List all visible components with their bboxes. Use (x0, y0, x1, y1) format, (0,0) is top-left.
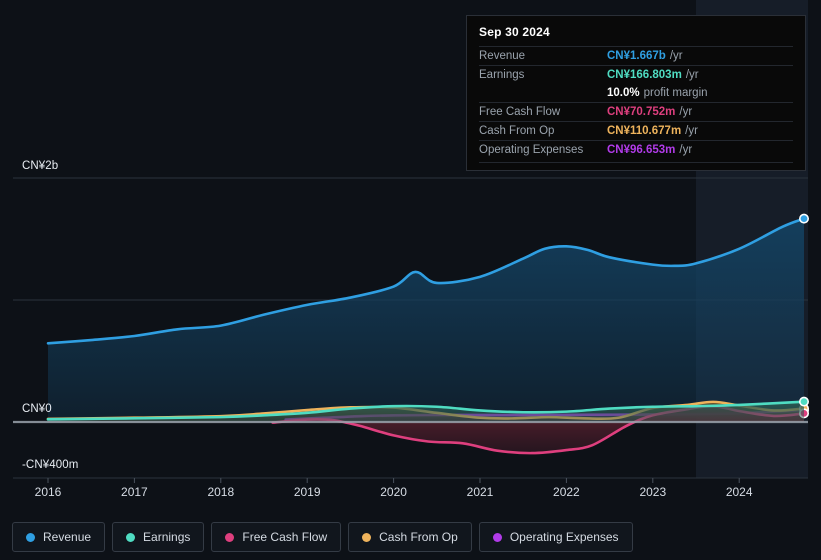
y-axis-label-zero: CN¥0 (22, 403, 52, 415)
tooltip-row-value-group: CN¥110.677m/yr (607, 125, 698, 137)
legend-color-dot-icon (26, 532, 35, 542)
tooltip-row-label: Cash From Op (479, 125, 555, 137)
tooltip-rows: Revenue CN¥1.667b/yr Earnings CN¥166.803m/y… (479, 46, 793, 163)
tooltip-row: Free Cash Flow CN¥70.752m/yr (479, 102, 793, 121)
series-area-0 (48, 218, 804, 422)
legend-item-free-cash-flow[interactable]: Free Cash Flow (211, 522, 342, 552)
tooltip-row: Earnings CN¥166.803m/yr (479, 65, 793, 84)
tooltip-row-suffix: /yr (679, 144, 693, 156)
tooltip-row-label: Revenue (479, 50, 526, 62)
x-axis-label-2022: 2022 (553, 485, 580, 499)
x-axis-label-2023: 2023 (639, 485, 667, 499)
tooltip-row-value: CN¥166.803m (607, 69, 682, 81)
legend-item-cash-from-op[interactable]: Cash From Op (348, 522, 472, 552)
x-axis-label-2020: 2020 (380, 485, 407, 499)
legend-item-label: Free Cash Flow (242, 530, 328, 544)
x-axis-label-2018: 2018 (207, 485, 235, 499)
x-axis-label-2016: 2016 (34, 485, 62, 499)
x-axis-label-2017: 2017 (121, 485, 148, 499)
chart-legend: Revenue Earnings Free Cash Flow Cash From O… (12, 522, 633, 552)
x-axis-label-2019: 2019 (293, 485, 321, 499)
legend-item-earnings[interactable]: Earnings (112, 522, 205, 552)
tooltip-row-suffix: /yr (679, 106, 693, 118)
tooltip-row: Revenue CN¥1.667b/yr (479, 46, 793, 65)
tooltip-row-value: 10.0% (607, 87, 640, 99)
x-axis-label-2021: 2021 (466, 485, 494, 499)
tooltip-row-value-group: 10.0% profit margin (607, 87, 708, 99)
tooltip-row-suffix: /yr (669, 50, 683, 62)
legend-item-label: Revenue (43, 530, 92, 544)
legend-item-operating-expenses[interactable]: Operating Expenses (478, 522, 633, 552)
legend-color-dot-icon (225, 532, 235, 542)
legend-color-dot-icon (492, 532, 502, 542)
legend-item-label: Earnings (143, 530, 191, 544)
legend-item-label: Operating Expenses (509, 530, 619, 544)
tooltip-row-value: CN¥96.653m (607, 144, 676, 156)
tooltip-row-value: CN¥70.752m (607, 106, 676, 118)
x-axis-label-2024: 2024 (725, 485, 753, 499)
tooltip-row-value-group: CN¥70.752m/yr (607, 106, 692, 118)
y-axis-label-bottom: -CN¥400m (22, 459, 79, 471)
financial-chart-widget: CN¥2b CN¥0 -CN¥400m 2016 2017 2018 2019 2020… (0, 0, 821, 560)
legend-color-dot-icon (362, 532, 372, 542)
legend-item-label: Cash From Op (379, 530, 458, 544)
tooltip-row-suffix: profit margin (643, 87, 708, 99)
tooltip-row: 10.0% profit margin (479, 84, 793, 102)
chart-tooltip: Sep 30 2024 Revenue CN¥1.667b/yr Earnings C… (466, 15, 806, 171)
tooltip-row-value: CN¥110.677m (607, 125, 682, 137)
y-axis-label-top: CN¥2b (22, 160, 59, 172)
tooltip-row-suffix: /yr (685, 125, 698, 137)
tooltip-row: Cash From Op CN¥110.677m/yr (479, 121, 793, 140)
series-endpoint-marker-1[interactable] (798, 396, 809, 407)
legend-color-dot-icon (126, 532, 136, 542)
tooltip-row-label: Free Cash Flow (479, 106, 561, 118)
series-endpoint-marker-0[interactable] (798, 213, 809, 224)
tooltip-row-value-group: CN¥166.803m/yr (607, 69, 699, 81)
legend-item-revenue[interactable]: Revenue (12, 522, 106, 552)
tooltip-row-label: Operating Expenses (479, 144, 584, 156)
tooltip-row-suffix: /yr (685, 69, 699, 81)
tooltip-row-value: CN¥1.667b (607, 50, 666, 62)
tooltip-row: Operating Expenses CN¥96.653m/yr (479, 140, 793, 159)
tooltip-row-label: Earnings (479, 69, 525, 81)
tooltip-row-value-group: CN¥96.653m/yr (607, 144, 692, 156)
series-revenue (46, 213, 809, 422)
tooltip-row-value-group: CN¥1.667b/yr (607, 50, 683, 62)
tooltip-bottom-divider (479, 162, 793, 163)
tooltip-date: Sep 30 2024 (479, 25, 550, 39)
